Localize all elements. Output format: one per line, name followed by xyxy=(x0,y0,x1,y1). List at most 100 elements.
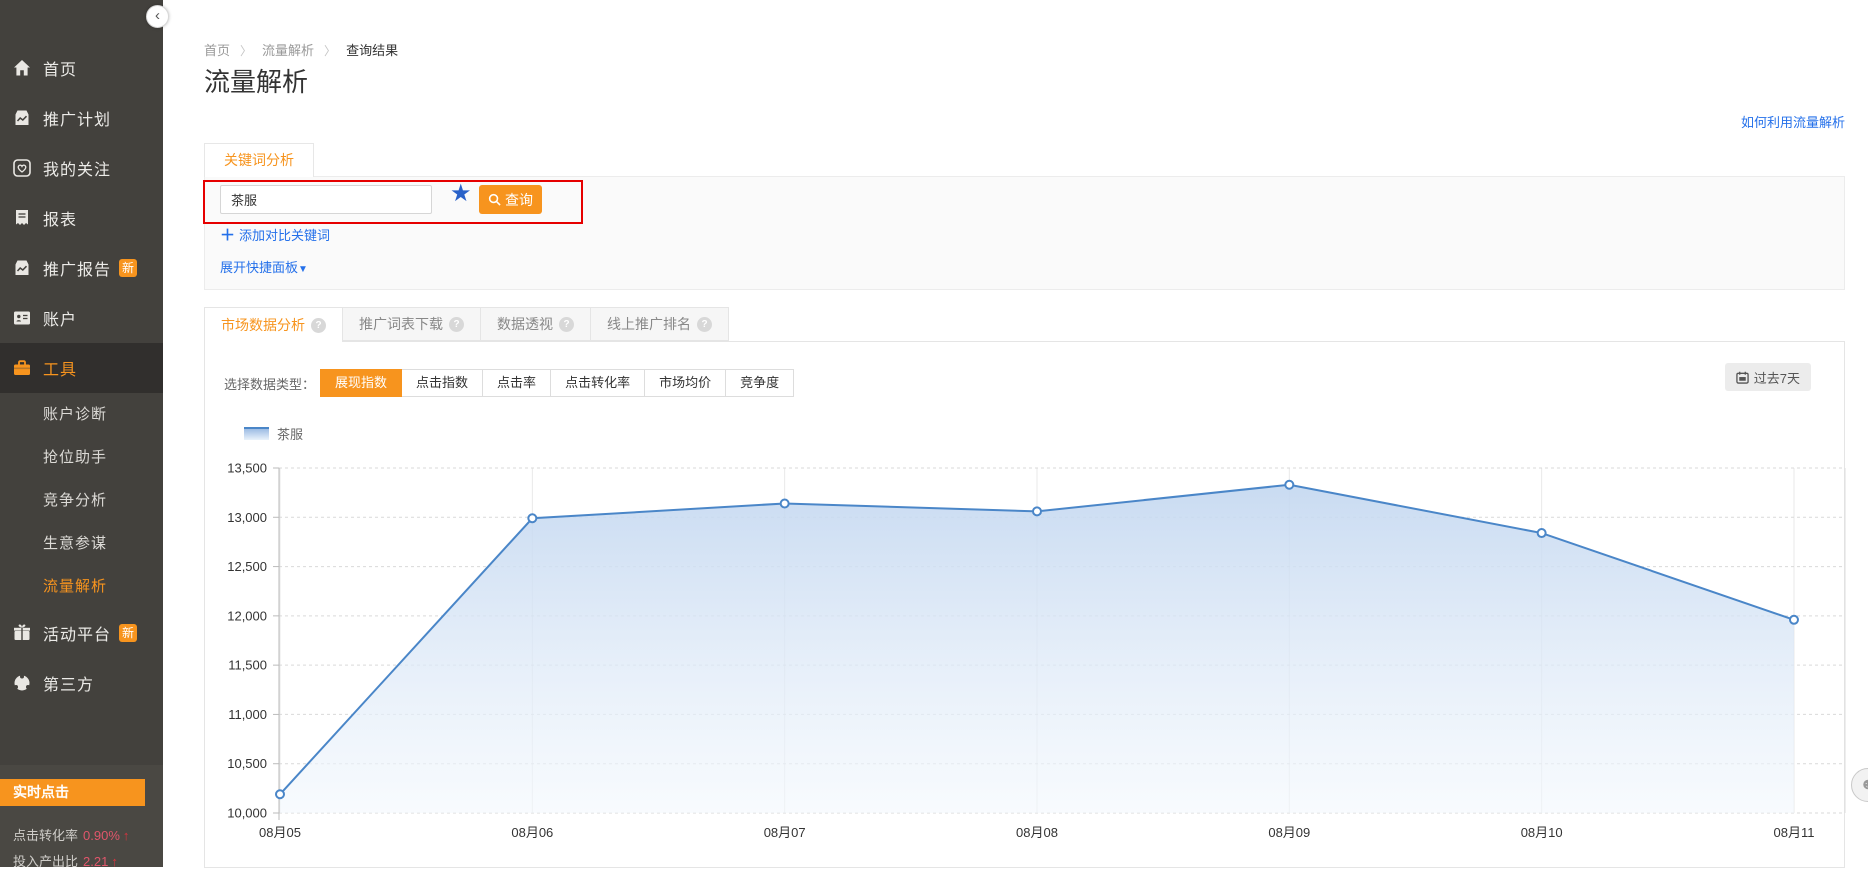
tab-keyword-analysis[interactable]: 关键词分析 xyxy=(204,143,314,177)
breadcrumb-separator: 〉 xyxy=(240,44,252,58)
data-point-4[interactable] xyxy=(1285,481,1293,489)
help-question-icon[interactable]: ? xyxy=(697,317,712,332)
toolbox-icon xyxy=(12,358,32,378)
date-range-label: 过去7天 xyxy=(1754,368,1800,387)
breadcrumb: 首页〉流量解析〉查询结果 xyxy=(204,40,408,59)
sidebar-item-0[interactable]: 首页 xyxy=(0,43,163,93)
date-range-button[interactable]: 过去7天 xyxy=(1725,363,1811,391)
help-question-icon[interactable]: ? xyxy=(449,317,464,332)
datatype-option-4[interactable]: 市场均价 xyxy=(644,369,726,397)
add-compare-keyword-link[interactable]: ＋添加对比关键词 xyxy=(220,224,330,245)
datatype-option-2[interactable]: 点击率 xyxy=(482,369,551,397)
keyword-input[interactable] xyxy=(220,185,432,214)
chevron-left-icon: ‹ xyxy=(155,7,160,24)
x-axis-label-2: 08月07 xyxy=(764,825,806,840)
data-point-6[interactable] xyxy=(1790,616,1798,624)
query-button[interactable]: 查询 xyxy=(479,185,542,214)
person-icon: ☻ xyxy=(1860,776,1868,793)
sidebar-subitem-6-0[interactable]: 账户诊断 xyxy=(0,393,163,436)
sidebar-subitem-6-1[interactable]: 抢位助手 xyxy=(0,436,163,479)
favorite-star-icon[interactable]: ★ xyxy=(450,179,472,208)
tab-1[interactable]: 推广词表下载? xyxy=(343,307,481,341)
help-question-icon[interactable]: ? xyxy=(311,318,326,333)
realtime-header: 实时点击 xyxy=(0,779,145,806)
sidebar-item-1[interactable]: 推广计划 xyxy=(0,93,163,143)
tab-label: 数据透视 xyxy=(497,308,553,341)
sidebar-item-6[interactable]: 工具 xyxy=(0,343,163,393)
tab-0[interactable]: 市场数据分析? xyxy=(204,307,343,342)
sidebar-collapse-button[interactable]: ‹ xyxy=(146,5,169,28)
data-point-2[interactable] xyxy=(781,499,789,507)
data-point-1[interactable] xyxy=(528,514,536,522)
sidebar-item-4[interactable]: 推广报告新 xyxy=(0,243,163,293)
sidebar-item-label: 首页 xyxy=(43,56,77,80)
sidebar-item-5[interactable]: 账户 xyxy=(0,293,163,343)
sidebar-item-label: 推广计划 xyxy=(43,106,111,130)
sidebar-subitem-6-3[interactable]: 生意参谋 xyxy=(0,522,163,565)
sidebar-subitem-6-2[interactable]: 竞争分析 xyxy=(0,479,163,522)
new-badge: 新 xyxy=(119,259,137,277)
legend-swatch xyxy=(244,427,269,440)
x-axis-label-1: 08月06 xyxy=(511,825,553,840)
calendar-icon xyxy=(1736,371,1749,384)
svg-text:12,000: 12,000 xyxy=(227,608,267,623)
svg-text:10,000: 10,000 xyxy=(227,806,267,821)
breadcrumb-item-0[interactable]: 首页 xyxy=(204,43,230,58)
tab-label: 推广词表下载 xyxy=(359,308,443,341)
sidebar-item-7[interactable]: 活动平台新 xyxy=(0,608,163,658)
market-data-panel: 选择数据类型： 展现指数点击指数点击率点击转化率市场均价竞争度 过去7天 茶服 … xyxy=(204,341,1845,868)
data-point-0[interactable] xyxy=(276,790,284,798)
data-point-5[interactable] xyxy=(1538,529,1546,537)
sidebar-item-label: 活动平台 xyxy=(43,621,111,645)
sidebar-item-2[interactable]: 我的关注 xyxy=(0,143,163,193)
x-axis-label-3: 08月08 xyxy=(1016,825,1058,840)
line-chart: 10,00010,50011,00011,50012,00012,50013,0… xyxy=(205,446,1846,869)
main-content: 首页〉流量解析〉查询结果 流量解析 如何利用流量解析 关键词分析 ★ 查询 ＋添… xyxy=(163,0,1868,867)
help-link[interactable]: 如何利用流量解析 xyxy=(1741,112,1845,131)
expand-quick-panel-link[interactable]: 展开快捷面板▼ xyxy=(220,257,308,276)
report-icon xyxy=(12,208,32,228)
search-icon xyxy=(488,193,501,206)
datatype-buttons: 展现指数点击指数点击率点击转化率市场均价竞争度 xyxy=(321,369,794,397)
up-arrow-icon: ↑ xyxy=(123,828,130,843)
breadcrumb-item-2: 查询结果 xyxy=(346,43,398,58)
svg-text:13,500: 13,500 xyxy=(227,461,267,476)
svg-text:10,500: 10,500 xyxy=(227,756,267,771)
sidebar-subitem-6-4[interactable]: 流量解析 xyxy=(0,565,163,608)
tab-label: 线上推广排名 xyxy=(607,308,691,341)
datatype-option-1[interactable]: 点击指数 xyxy=(401,369,483,397)
metric-value: 0.90% xyxy=(83,828,120,843)
realtime-panel: 实时点击 点击转化率0.90%↑投入产出比2.21↑ xyxy=(0,765,163,867)
chart-legend[interactable]: 茶服 xyxy=(244,424,303,443)
sidebar-item-8[interactable]: 第三方 xyxy=(0,658,163,708)
x-axis-label-6: 08月11 xyxy=(1773,825,1814,840)
realtime-row-0: 点击转化率 0.90%↑ xyxy=(13,825,129,844)
data-tabs: 市场数据分析?推广词表下载?数据透视?线上推广排名? xyxy=(204,307,729,342)
tab-label: 市场数据分析 xyxy=(221,309,305,342)
sidebar-item-label: 我的关注 xyxy=(43,156,111,180)
plus-icon: ＋ xyxy=(220,227,235,244)
help-question-icon[interactable]: ? xyxy=(559,317,574,332)
datatype-option-5[interactable]: 竞争度 xyxy=(725,369,794,397)
thirdparty-icon xyxy=(12,673,32,693)
data-point-3[interactable] xyxy=(1033,507,1041,515)
gift-icon xyxy=(12,623,32,643)
datatype-option-3[interactable]: 点击转化率 xyxy=(550,369,645,397)
breadcrumb-item-1[interactable]: 流量解析 xyxy=(262,43,314,58)
sidebar-menu: 首页 推广计划 我的关注 报表 推广报告新 账户 工具账户诊断抢位助手竞争分析生… xyxy=(0,0,163,708)
svg-text:11,000: 11,000 xyxy=(228,707,267,722)
query-button-label: 查询 xyxy=(505,190,533,210)
x-axis-label-4: 08月09 xyxy=(1268,825,1310,840)
svg-text:11,500: 11,500 xyxy=(228,658,267,673)
tab-3[interactable]: 线上推广排名? xyxy=(591,307,729,341)
datatype-option-0[interactable]: 展现指数 xyxy=(320,369,402,397)
metric-label: 点击转化率 xyxy=(13,828,78,843)
sidebar-item-3[interactable]: 报表 xyxy=(0,193,163,243)
new-badge: 新 xyxy=(119,624,137,642)
home-icon xyxy=(12,58,32,78)
sidebar-item-label: 第三方 xyxy=(43,671,94,695)
sidebar-item-label: 工具 xyxy=(43,356,77,380)
datatype-row: 选择数据类型： 展现指数点击指数点击率点击转化率市场均价竞争度 xyxy=(224,369,794,397)
tab-2[interactable]: 数据透视? xyxy=(481,307,591,341)
svg-text:13,000: 13,000 xyxy=(227,510,267,525)
